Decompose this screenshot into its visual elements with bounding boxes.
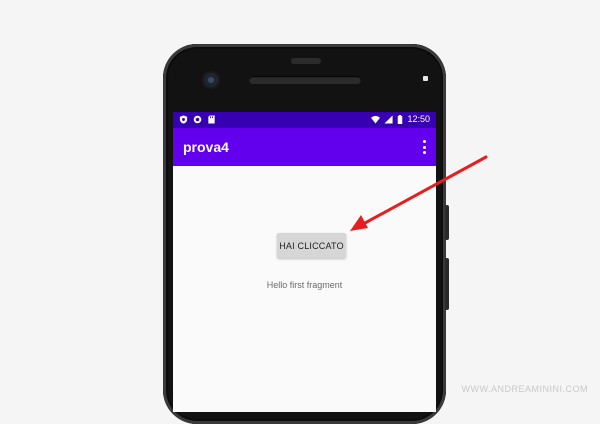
power-button xyxy=(445,205,449,240)
watermark: WWW.ANDREAMININI.COM xyxy=(461,384,588,394)
phone-screen: 12:50 prova4 HAI CLICCATO Hello first fr… xyxy=(173,112,436,412)
sync-icon xyxy=(193,115,202,124)
shield-icon xyxy=(179,115,188,124)
app-bar: prova4 xyxy=(173,128,436,166)
earpiece-top xyxy=(291,58,321,64)
front-camera-icon xyxy=(204,73,218,87)
status-time: 12:50 xyxy=(407,114,430,124)
cell-signal-icon xyxy=(384,114,394,124)
speaker-grille xyxy=(249,76,361,84)
app-title: prova4 xyxy=(183,139,229,155)
more-vert-icon[interactable] xyxy=(422,140,426,154)
battery-icon xyxy=(398,114,403,124)
volume-button xyxy=(445,258,449,310)
status-bar: 12:50 xyxy=(173,112,436,128)
proximity-sensor xyxy=(423,76,428,81)
fragment-message: Hello first fragment xyxy=(266,280,343,290)
hai-cliccato-button[interactable]: HAI CLICCATO xyxy=(277,233,346,258)
sd-card-icon xyxy=(208,115,215,124)
wifi-icon xyxy=(371,115,381,124)
